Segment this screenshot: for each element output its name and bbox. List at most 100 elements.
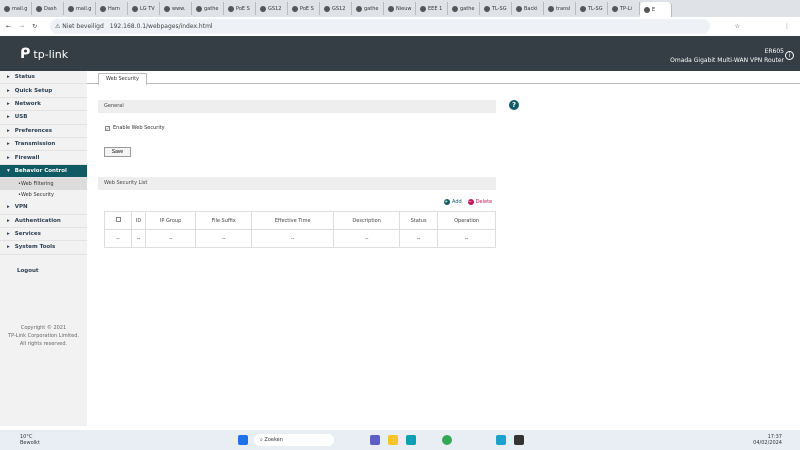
sidebar-subitem-label: Web Filtering bbox=[20, 180, 54, 187]
logout-link[interactable]: Logout bbox=[17, 268, 39, 274]
sidebar-item[interactable]: ▸ Authentication bbox=[0, 215, 87, 228]
favicon-icon bbox=[452, 5, 458, 12]
browser-tab[interactable]: GS12 bbox=[320, 2, 352, 15]
browser-tab[interactable]: gathe bbox=[352, 2, 384, 15]
tab-title: gathe bbox=[364, 5, 379, 12]
taskbar: 10°C Bewolkt ⌕ Zoeken 17:37 04/02/2024 bbox=[0, 430, 800, 450]
browser-tab[interactable]: Backi bbox=[512, 2, 544, 15]
sidebar-item-label: Authentication bbox=[14, 217, 61, 224]
caret-right-icon: ▸ bbox=[7, 100, 10, 107]
not-secure-badge[interactable]: ⚠ Niet beveiligd bbox=[55, 23, 104, 30]
save-button[interactable]: Save bbox=[104, 147, 131, 157]
browser-tab[interactable]: gathe bbox=[192, 2, 224, 15]
sidebar-item[interactable]: ▸ Network bbox=[0, 98, 87, 112]
table-cell: -- bbox=[333, 229, 401, 248]
browser-tab[interactable]: Nieuw bbox=[384, 2, 416, 15]
tab-title: mail.g bbox=[12, 5, 28, 12]
sidebar-subitem[interactable]: • Web Filtering bbox=[0, 178, 87, 190]
tab-title: gathe bbox=[204, 5, 219, 12]
browser-tab[interactable]: E bbox=[640, 2, 672, 17]
search-box[interactable]: ⌕ Zoeken bbox=[254, 434, 334, 446]
sidebar-item[interactable]: ▸ Firewall bbox=[0, 151, 87, 165]
url-input[interactable]: ⚠ Niet beveiligd 192.168.0.1/webpages/in… bbox=[50, 19, 710, 34]
weather-widget[interactable]: 10°C Bewolkt bbox=[20, 434, 40, 446]
bookmark-star-icon[interactable]: ☆ bbox=[735, 23, 740, 30]
sidebar-item-label: Transmission bbox=[14, 141, 56, 148]
sidebar: ▸ Status ▸ Quick Setup ▸ Network ▸ USB ▸ Preferen… bbox=[0, 71, 87, 426]
delete-label: Delete bbox=[475, 199, 493, 205]
sidebar-item[interactable]: ▸ Preferences bbox=[0, 125, 87, 138]
column-header: ID bbox=[130, 211, 147, 230]
delete-button[interactable]: − Delete bbox=[467, 199, 493, 205]
caret-right-icon: ▸ bbox=[7, 154, 10, 161]
browser-tab[interactable]: TP-Li bbox=[608, 2, 640, 15]
checkbox-icon[interactable]: ✓ bbox=[105, 125, 110, 131]
sidebar-item[interactable]: ▸ Transmission bbox=[0, 138, 87, 152]
tab-title: Harn bbox=[108, 5, 120, 12]
browser-tab[interactable]: PoE S bbox=[288, 2, 320, 15]
sidebar-item-label: Status bbox=[14, 74, 35, 81]
add-label: Add bbox=[452, 199, 462, 205]
sidebar-subitem[interactable]: • Web Security bbox=[0, 190, 87, 202]
browser-tab[interactable]: Harn bbox=[96, 2, 128, 15]
enable-web-security-checkbox[interactable]: ✓ Enable Web Security bbox=[105, 125, 165, 131]
reload-icon[interactable]: ↻ bbox=[32, 23, 37, 30]
browser-tab[interactable]: Dash bbox=[32, 2, 64, 15]
copyright: Copyright © 2021 TP-Link Corporation Lim… bbox=[0, 324, 87, 348]
terminal-icon[interactable] bbox=[514, 435, 524, 445]
browser-tab[interactable]: EEE 1 bbox=[416, 2, 448, 15]
caret-right-icon: ▸ bbox=[7, 87, 10, 94]
forward-icon[interactable]: → bbox=[19, 23, 24, 30]
tab-web-security[interactable]: Web Security bbox=[98, 73, 147, 85]
edge-icon[interactable] bbox=[406, 435, 416, 445]
explorer-icon[interactable] bbox=[388, 435, 398, 445]
tp-link-logo: ᑭ tp-link bbox=[20, 46, 69, 62]
caret-right-icon: ▸ bbox=[7, 231, 10, 238]
sidebar-item[interactable]: ▸ Services bbox=[0, 228, 87, 242]
favicon-icon bbox=[644, 6, 650, 13]
browser-tab[interactable]: transl bbox=[544, 2, 576, 15]
browser-tab[interactable]: GS12 bbox=[256, 2, 288, 15]
help-icon[interactable]: ? bbox=[509, 100, 519, 110]
sidebar-item[interactable]: ▾ Behavior Control bbox=[0, 164, 87, 179]
browser-tab[interactable]: mail.g bbox=[64, 2, 96, 15]
start-icon[interactable] bbox=[238, 435, 248, 445]
tab-title: E bbox=[652, 6, 656, 13]
menu-icon[interactable]: ⋮ bbox=[784, 23, 790, 30]
browser-tab[interactable]: LG TV bbox=[128, 2, 160, 15]
favicon-icon bbox=[228, 5, 234, 12]
column-header: Operation bbox=[437, 211, 496, 230]
browser-tab[interactable]: mail.g bbox=[0, 2, 32, 15]
chrome-icon[interactable] bbox=[442, 435, 452, 445]
tab-title: Dash bbox=[44, 5, 57, 12]
sidebar-item-label: Services bbox=[14, 231, 41, 238]
favicon-icon bbox=[196, 5, 202, 12]
add-button[interactable]: + Add bbox=[444, 199, 462, 205]
browser-tab[interactable]: TL-SG bbox=[480, 2, 512, 15]
sidebar-item[interactable]: ▸ Quick Setup bbox=[0, 84, 87, 98]
browser-tab[interactable]: TL-SG bbox=[576, 2, 608, 15]
caret-right-icon: ▸ bbox=[7, 204, 10, 211]
browser-tab[interactable]: www. bbox=[160, 2, 192, 15]
sidebar-item[interactable]: ▸ VPN bbox=[0, 201, 87, 215]
tab-title: GS12 bbox=[268, 5, 282, 12]
info-icon[interactable]: i bbox=[785, 51, 794, 60]
not-secure-label: Niet beveiligd bbox=[62, 23, 104, 30]
caret-right-icon: ▸ bbox=[7, 217, 10, 224]
sidebar-item[interactable]: ▸ USB bbox=[0, 111, 87, 125]
browser-tab[interactable]: gathe bbox=[448, 2, 480, 15]
sidebar-item[interactable]: ▸ System Tools bbox=[0, 241, 87, 255]
table-cell: -- bbox=[145, 229, 197, 248]
tab-title: Backi bbox=[524, 5, 538, 12]
sidebar-item[interactable]: ▸ Status bbox=[0, 71, 87, 85]
tab-title: gathe bbox=[460, 5, 475, 12]
app-icon[interactable] bbox=[496, 435, 506, 445]
copyright-line: TP-Link Corporation Limited. bbox=[8, 333, 79, 339]
tab-title: transl bbox=[556, 5, 571, 12]
back-icon[interactable]: ← bbox=[6, 23, 11, 30]
select-all-checkbox[interactable] bbox=[104, 211, 132, 230]
teams-icon[interactable] bbox=[370, 435, 380, 445]
favicon-icon bbox=[580, 5, 586, 12]
browser-tab[interactable]: PoE S bbox=[224, 2, 256, 15]
clock[interactable]: 17:37 04/02/2024 bbox=[753, 434, 782, 446]
